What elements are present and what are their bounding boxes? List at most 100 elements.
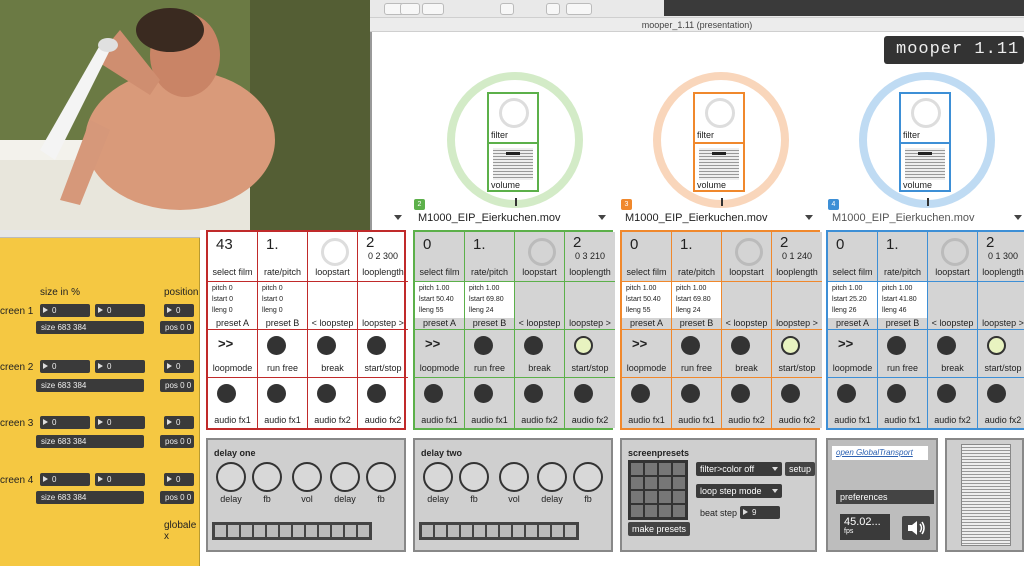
start-stop-cell[interactable]: start/stop bbox=[565, 330, 615, 378]
audio-fx-cell[interactable]: audio fx2 bbox=[928, 378, 978, 428]
loopstart-knob[interactable] bbox=[735, 238, 763, 266]
fb-knob[interactable] bbox=[459, 462, 489, 492]
fps-display[interactable]: 45.02... fps bbox=[840, 514, 890, 540]
loopstart-knob[interactable] bbox=[321, 238, 349, 266]
run-free-toggle[interactable] bbox=[887, 336, 906, 355]
chevron-down-icon[interactable] bbox=[1014, 215, 1022, 220]
loopmode-cell[interactable]: >> loopmode bbox=[415, 330, 465, 378]
audio-fx-cell[interactable]: audio fx2 bbox=[978, 378, 1024, 428]
audio-fx-cell[interactable]: audio fx2 bbox=[358, 378, 408, 428]
loopstep-back-cell[interactable]: < loopstep bbox=[722, 282, 772, 330]
size-message[interactable]: size 683 384 bbox=[36, 435, 144, 448]
size-message[interactable]: size 683 384 bbox=[36, 321, 144, 334]
audio-fx-cell[interactable]: audio fx1 bbox=[208, 378, 258, 428]
select-film-cell[interactable]: 43 select film bbox=[208, 232, 258, 282]
audio-fx-cell[interactable]: audio fx2 bbox=[308, 378, 358, 428]
loopstep-fwd-cell[interactable]: loopstep > bbox=[978, 282, 1024, 330]
start-stop-cell[interactable]: start/stop bbox=[772, 330, 822, 378]
pos-message[interactable]: pos 0 0 bbox=[160, 435, 194, 448]
chevron-down-icon[interactable] bbox=[805, 215, 813, 220]
pdf-icon[interactable] bbox=[500, 3, 514, 15]
audio-fx-toggle[interactable] bbox=[317, 384, 336, 403]
pos-message[interactable]: pos 0 0 bbox=[160, 379, 194, 392]
audio-fx-toggle[interactable] bbox=[837, 384, 856, 403]
audio-fx-toggle[interactable] bbox=[937, 384, 956, 403]
looplength-cell[interactable]: 20 1 300 looplength bbox=[978, 232, 1024, 282]
filter-knob[interactable] bbox=[499, 98, 529, 128]
audio-fx-toggle[interactable] bbox=[731, 384, 750, 403]
volume-fader[interactable] bbox=[699, 148, 739, 180]
loopstep-back-cell[interactable]: < loopstep bbox=[515, 282, 565, 330]
break-cell[interactable]: break bbox=[722, 330, 772, 378]
select-film-cell[interactable]: 0 select film bbox=[828, 232, 878, 282]
preset-b-cell[interactable]: pitch 1.00 lstart 69.80 lleng 24 preset B bbox=[465, 282, 515, 330]
pos-message[interactable]: pos 0 0 bbox=[160, 321, 194, 334]
audio-fx-cell[interactable]: audio fx2 bbox=[722, 378, 772, 428]
audio-fx-toggle[interactable] bbox=[631, 384, 650, 403]
looplength-cell[interactable]: 20 1 240 looplength bbox=[772, 232, 822, 282]
fb-knob[interactable] bbox=[252, 462, 282, 492]
speaker-icon[interactable] bbox=[902, 516, 930, 540]
audio-fx-toggle[interactable] bbox=[987, 384, 1006, 403]
looplength-cell[interactable]: 20 2 300 looplength bbox=[358, 232, 408, 282]
run-free-cell[interactable]: run free bbox=[878, 330, 928, 378]
looplength-cell[interactable]: 20 3 210 looplength bbox=[565, 232, 615, 282]
start-stop-toggle[interactable] bbox=[367, 336, 386, 355]
run-free-cell[interactable]: run free bbox=[465, 330, 515, 378]
audio-fx-cell[interactable]: audio fx1 bbox=[828, 378, 878, 428]
loopstart-knob[interactable] bbox=[528, 238, 556, 266]
audio-fx-toggle[interactable] bbox=[367, 384, 386, 403]
loopstep-fwd-cell[interactable]: loopstep > bbox=[772, 282, 822, 330]
beat-step-input[interactable]: 9 bbox=[740, 506, 780, 519]
step-sequencer[interactable] bbox=[419, 522, 579, 540]
break-toggle[interactable] bbox=[317, 336, 336, 355]
run-free-toggle[interactable] bbox=[474, 336, 493, 355]
audio-fx-cell[interactable]: audio fx1 bbox=[878, 378, 928, 428]
audio-fx-toggle[interactable] bbox=[424, 384, 443, 403]
loopstep-fwd-cell[interactable]: loopstep > bbox=[358, 282, 408, 330]
select-film-cell[interactable]: 0 select film bbox=[415, 232, 465, 282]
start-stop-toggle[interactable] bbox=[574, 336, 593, 355]
loopstep-back-cell[interactable]: < loopstep bbox=[308, 282, 358, 330]
size-message[interactable]: size 683 384 bbox=[36, 379, 144, 392]
size-y-input[interactable]: 0 bbox=[95, 416, 145, 429]
audio-fx-toggle[interactable] bbox=[681, 384, 700, 403]
audio-fx-cell[interactable]: audio fx1 bbox=[465, 378, 515, 428]
preset-b-cell[interactable]: pitch 0 lstart 0 lleng 0 preset B bbox=[258, 282, 308, 330]
audio-fx-toggle[interactable] bbox=[574, 384, 593, 403]
start-stop-toggle[interactable] bbox=[781, 336, 800, 355]
size-x-input[interactable]: 0 bbox=[40, 416, 90, 429]
delay-knob[interactable] bbox=[537, 462, 567, 492]
size-message[interactable]: size 683 384 bbox=[36, 491, 144, 504]
audio-fx-cell[interactable]: audio fx1 bbox=[622, 378, 672, 428]
vol-knob[interactable] bbox=[499, 462, 529, 492]
audio-fx-toggle[interactable] bbox=[781, 384, 800, 403]
run-free-cell[interactable]: run free bbox=[258, 330, 308, 378]
preset-a-cell[interactable]: pitch 1.00 lstart 25.20 lleng 26 preset A bbox=[828, 282, 878, 330]
dropbox-icon[interactable] bbox=[566, 3, 592, 15]
make-presets-button[interactable]: make presets bbox=[628, 522, 691, 536]
audio-fx-toggle[interactable] bbox=[474, 384, 493, 403]
setup-button[interactable]: setup bbox=[785, 462, 816, 476]
audio-fx-cell[interactable]: audio fx1 bbox=[672, 378, 722, 428]
fb-knob[interactable] bbox=[366, 462, 396, 492]
fb-knob[interactable] bbox=[573, 462, 603, 492]
break-toggle[interactable] bbox=[731, 336, 750, 355]
size-y-input[interactable]: 0 bbox=[95, 473, 145, 486]
rate-pitch-cell[interactable]: 1. rate/pitch bbox=[258, 232, 308, 282]
size-x-input[interactable]: 0 bbox=[40, 304, 90, 317]
break-toggle[interactable] bbox=[937, 336, 956, 355]
rate-pitch-cell[interactable]: 1. rate/pitch bbox=[878, 232, 928, 282]
audio-fx-cell[interactable]: audio fx1 bbox=[258, 378, 308, 428]
loopstart-knob[interactable] bbox=[941, 238, 969, 266]
open-globaltransport-link[interactable]: open GlobalTransport bbox=[832, 446, 928, 460]
volume-fader[interactable] bbox=[493, 148, 533, 180]
loopstart-cell[interactable]: loopstart bbox=[308, 232, 358, 282]
position-input[interactable]: 0 bbox=[164, 360, 194, 373]
chevron-down-icon[interactable] bbox=[598, 215, 606, 220]
rate-pitch-cell[interactable]: 1. rate/pitch bbox=[672, 232, 722, 282]
audio-fx-toggle[interactable] bbox=[887, 384, 906, 403]
preset-matrix[interactable] bbox=[628, 460, 688, 520]
audio-fx-toggle[interactable] bbox=[217, 384, 236, 403]
pos-message[interactable]: pos 0 0 bbox=[160, 491, 194, 504]
